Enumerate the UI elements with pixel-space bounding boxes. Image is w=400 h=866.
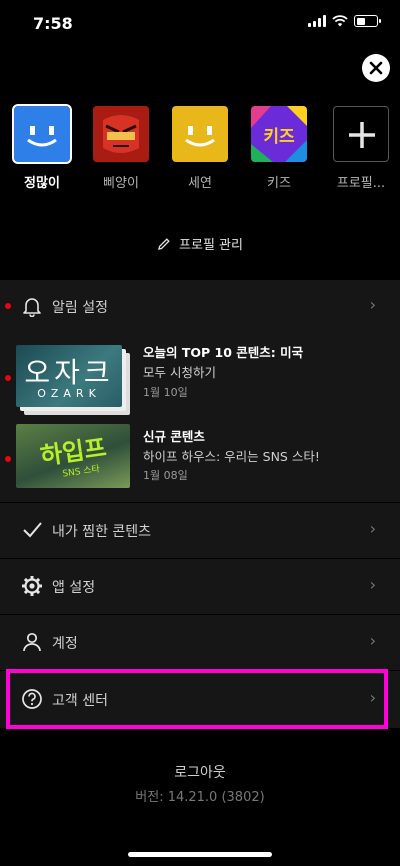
notification-title: 오늘의 TOP 10 콘텐츠: 미국 <box>143 345 304 360</box>
chevron-right-icon: › <box>369 575 376 594</box>
chevron-right-icon: › <box>369 631 376 650</box>
manage-profiles-label: 프로필 관리 <box>179 238 243 253</box>
thumbnail-subtitle: OZARK <box>37 387 101 400</box>
profile-name: 키즈 <box>267 176 291 191</box>
notification-item[interactable]: 하입프 SNS 스타 신규 콘텐츠 하이프 하우스: 우리는 SNS 스타! 1… <box>0 420 400 498</box>
unread-dot <box>5 456 11 462</box>
notification-date: 1월 08일 <box>143 469 188 482</box>
chevron-right-icon: › <box>369 688 376 707</box>
notification-item[interactable]: 오자크 OZARK 오늘의 TOP 10 콘텐츠: 미국 모두 시청하기 1월 … <box>0 335 400 415</box>
notification-date: 1월 10일 <box>143 386 188 399</box>
settings-panel: 알림 설정 › 오자크 OZARK 오늘의 TOP 10 콘텐츠: 미국 모두 … <box>0 280 400 728</box>
question-mark-icon <box>20 687 44 711</box>
kids-badge-text: 키즈 <box>263 127 295 147</box>
app-settings-item[interactable]: 앱 설정 › <box>0 559 400 613</box>
close-icon <box>369 61 383 75</box>
profile-name: 프로필... <box>336 176 386 191</box>
pencil-icon <box>158 237 170 250</box>
status-time: 7:58 <box>33 14 73 33</box>
account-label: 계정 <box>52 636 78 652</box>
logout-button[interactable]: 로그아웃 <box>0 762 400 782</box>
notifications-label: 알림 설정 <box>52 300 108 316</box>
profile-avatar-smile-yellow <box>172 106 228 162</box>
wifi-icon <box>332 15 348 27</box>
profile-avatar-smile-blue <box>12 104 72 164</box>
checkmark-icon <box>20 518 44 542</box>
profile-item-2[interactable]: 삐양이 <box>88 106 154 191</box>
notifications-settings-item[interactable]: 알림 설정 › <box>0 280 400 332</box>
my-list-label: 내가 찜한 콘텐츠 <box>52 524 152 540</box>
profile-item-4[interactable]: 키즈 키즈 <box>246 106 312 191</box>
status-bar: 7:58 <box>0 0 400 48</box>
chevron-right-icon: › <box>369 519 376 538</box>
my-list-item[interactable]: 내가 찜한 콘텐츠 › <box>0 503 400 557</box>
profile-name: 삐양이 <box>103 176 139 191</box>
profile-name: 세연 <box>188 176 212 191</box>
app-settings-label: 앱 설정 <box>52 580 96 596</box>
notification-subtitle: 모두 시청하기 <box>143 365 216 380</box>
notification-thumbnail-ozark: 오자크 OZARK <box>16 345 130 415</box>
help-center-label: 고객 센터 <box>52 693 108 709</box>
person-icon <box>20 630 44 654</box>
bell-icon <box>20 294 44 318</box>
battery-icon <box>354 15 381 27</box>
profile-avatar-angry-red <box>93 106 149 162</box>
help-center-item[interactable]: 고객 센터 › <box>0 671 400 727</box>
notification-subtitle: 하이프 하우스: 우리는 SNS 스타! <box>143 449 320 464</box>
add-profile-button[interactable]: 프로필... <box>328 106 394 191</box>
plus-icon <box>349 122 375 148</box>
profile-item-3[interactable]: 세연 <box>167 106 233 191</box>
home-indicator <box>128 852 272 857</box>
account-item[interactable]: 계정 › <box>0 615 400 669</box>
notification-thumbnail-hype-house: 하입프 SNS 스타 <box>16 424 130 488</box>
chevron-right-icon: › <box>369 295 376 314</box>
cellular-signal-icon <box>308 15 326 27</box>
gear-icon <box>20 574 44 598</box>
close-button[interactable] <box>362 54 390 82</box>
unread-dot <box>5 303 11 309</box>
profile-name: 정많이 <box>24 176 60 191</box>
status-icons <box>308 15 381 27</box>
unread-dot <box>5 375 11 381</box>
manage-profiles-button[interactable]: 프로필 관리 <box>0 234 400 253</box>
notification-title: 신규 콘텐츠 <box>143 429 205 444</box>
add-profile-tile <box>333 106 389 162</box>
profile-item-1[interactable]: 정많이 <box>9 104 75 191</box>
profile-avatar-kids: 키즈 <box>251 106 307 162</box>
profile-switcher: 정많이 삐양이 세연 키즈 키즈 프로필... <box>0 104 400 196</box>
thumbnail-title: 오자크 <box>24 356 114 389</box>
version-text: 버전: 14.21.0 (3802) <box>135 790 265 805</box>
